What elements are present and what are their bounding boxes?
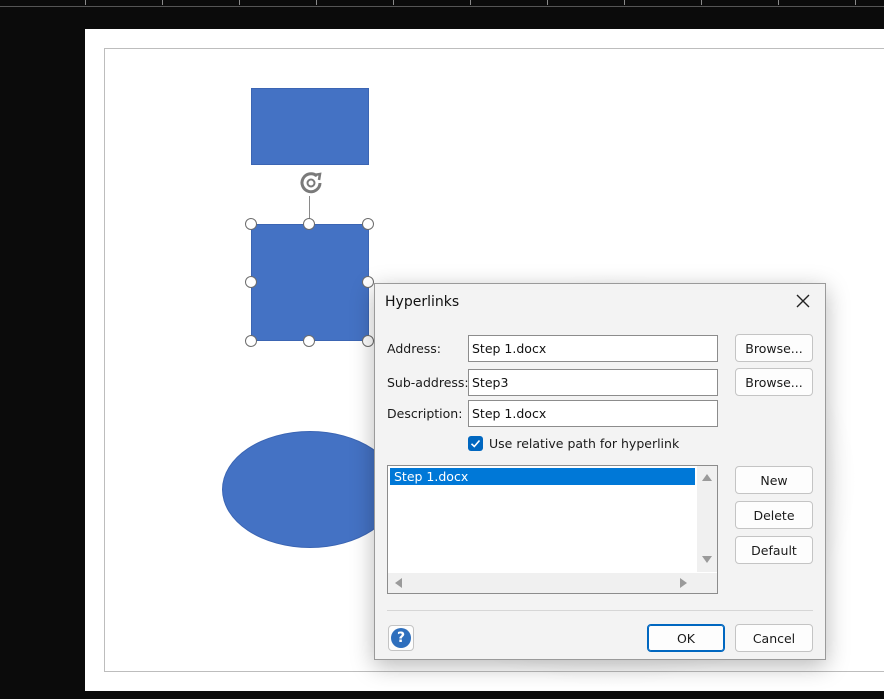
- rotate-icon[interactable]: [295, 167, 327, 199]
- ruler-tick: [239, 0, 240, 5]
- scroll-up-arrow-icon[interactable]: [702, 474, 712, 481]
- ruler-tick: [162, 0, 163, 5]
- checkmark-icon: [470, 439, 481, 448]
- ruler-tick: [85, 0, 86, 5]
- ruler-tick: [547, 0, 548, 5]
- top-ruler: [0, 0, 884, 7]
- help-icon: ?: [391, 628, 411, 648]
- ruler-tick: [393, 0, 394, 5]
- new-button[interactable]: New: [735, 466, 813, 494]
- resize-handle-bottom-left[interactable]: [245, 335, 257, 347]
- horizontal-scrollbar[interactable]: [388, 573, 697, 593]
- relative-path-label: Use relative path for hyperlink: [489, 436, 680, 451]
- ruler-tick: [624, 0, 625, 5]
- help-button[interactable]: ?: [388, 625, 414, 651]
- ruler-tick: [470, 0, 471, 5]
- address-label: Address:: [387, 341, 441, 356]
- ok-button[interactable]: OK: [647, 624, 725, 652]
- cancel-button[interactable]: Cancel: [735, 624, 813, 652]
- hyperlinks-list[interactable]: Step 1.docx: [387, 465, 718, 594]
- ruler-tick: [855, 0, 856, 5]
- scrollbar-corner: [697, 573, 717, 593]
- address-input[interactable]: [468, 335, 718, 362]
- resize-handle-top-right[interactable]: [362, 218, 374, 230]
- resize-handle-top[interactable]: [303, 218, 315, 230]
- ruler-tick: [316, 0, 317, 5]
- relative-path-option[interactable]: Use relative path for hyperlink: [468, 436, 679, 451]
- description-label: Description:: [387, 406, 463, 421]
- scroll-right-arrow-icon[interactable]: [680, 578, 687, 588]
- dialog-title: Hyperlinks: [385, 294, 460, 310]
- ruler-tick: [778, 0, 779, 5]
- resize-handle-top-left[interactable]: [245, 218, 257, 230]
- relative-path-checkbox[interactable]: [468, 436, 483, 451]
- close-icon[interactable]: [793, 291, 813, 311]
- rectangle-shape-top[interactable]: [251, 88, 369, 165]
- vertical-scrollbar[interactable]: [697, 466, 717, 572]
- hyperlinks-dialog: Hyperlinks Address: Browse... Sub-addres…: [374, 283, 826, 660]
- rectangle-shape-selected[interactable]: [251, 224, 369, 341]
- description-input[interactable]: [468, 400, 718, 427]
- default-button[interactable]: Default: [735, 536, 813, 564]
- resize-handle-bottom[interactable]: [303, 335, 315, 347]
- subaddress-input[interactable]: [468, 369, 718, 396]
- scroll-down-arrow-icon[interactable]: [702, 556, 712, 563]
- footer-separator: [387, 610, 813, 611]
- scroll-left-arrow-icon[interactable]: [395, 578, 402, 588]
- ruler-tick: [701, 0, 702, 5]
- resize-handle-left[interactable]: [245, 276, 257, 288]
- address-browse-button[interactable]: Browse...: [735, 334, 813, 362]
- subaddress-label: Sub-address:: [387, 375, 469, 390]
- delete-button[interactable]: Delete: [735, 501, 813, 529]
- subaddress-browse-button[interactable]: Browse...: [735, 368, 813, 396]
- close-icon-glyph: [796, 294, 810, 308]
- list-item[interactable]: Step 1.docx: [390, 468, 695, 485]
